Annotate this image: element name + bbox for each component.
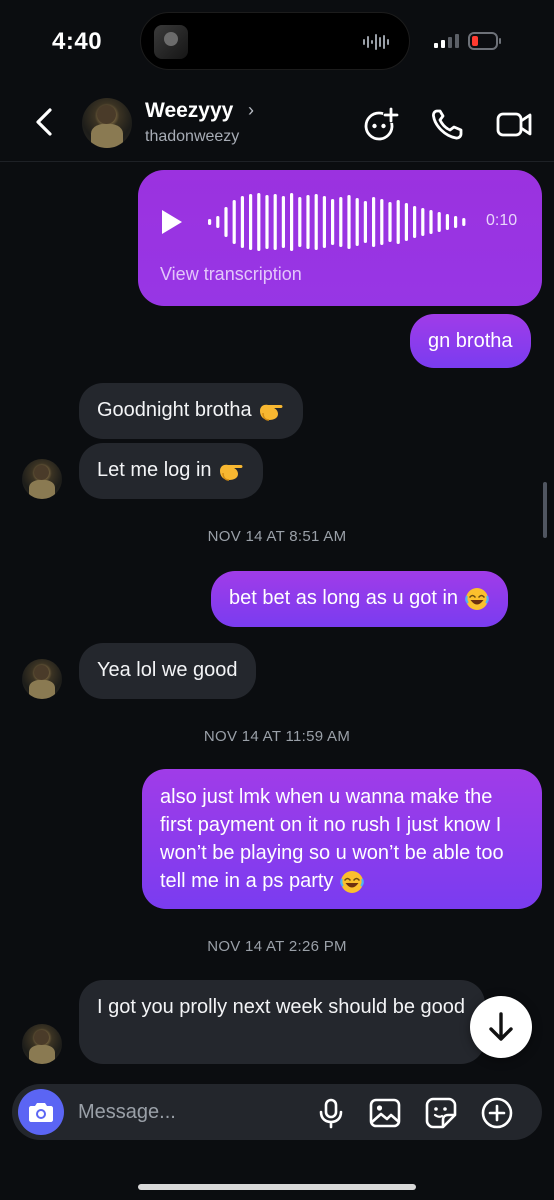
- microphone-icon[interactable]: [314, 1096, 348, 1130]
- contact-handle[interactable]: thadonweezy: [145, 128, 239, 146]
- laughing-emoji-icon: [340, 870, 364, 893]
- message-text: Yea lol we good: [97, 659, 238, 681]
- voice-waveform[interactable]: [204, 188, 470, 256]
- chevron-right-icon: ›: [248, 100, 254, 120]
- waveform-bar: [331, 199, 335, 245]
- view-transcription-link[interactable]: View transcription: [160, 260, 302, 288]
- waveform-bar: [380, 199, 384, 245]
- waveform-bar: [421, 208, 425, 236]
- message-bubble-in[interactable]: Goodnight brotha: [79, 383, 304, 439]
- status-bar: 4:40: [0, 0, 554, 86]
- message-bubble-in[interactable]: Let me log in: [79, 443, 264, 499]
- phone-icon[interactable]: [428, 104, 468, 144]
- message-bubble-in[interactable]: Yea lol we good: [79, 643, 256, 699]
- waveform-bar: [224, 207, 228, 237]
- message-bubble-out[interactable]: bet bet as long as u got in: [211, 571, 508, 627]
- cellular-signal-icon: [434, 34, 459, 48]
- battery-low-icon: [468, 32, 501, 50]
- chat-header: Weezyyy › thadonweezy: [0, 86, 554, 162]
- scroll-to-bottom-button[interactable]: [470, 996, 532, 1058]
- audio-wave-icon: [363, 34, 389, 50]
- contact-avatar[interactable]: [22, 659, 62, 699]
- message-text: bet bet as long as u got in: [229, 587, 459, 609]
- message-text: also just lmk when u wanna make the firs…: [160, 786, 504, 892]
- waveform-bar: [404, 203, 408, 241]
- waveform-bar: [339, 197, 343, 247]
- message-bubble-out[interactable]: gn brotha: [410, 314, 531, 368]
- voice-message-bubble[interactable]: 0:10 View transcription: [138, 170, 542, 306]
- pointing-hand-emoji-icon: [260, 404, 283, 421]
- camera-icon: [29, 1103, 53, 1122]
- waveform-bar: [322, 196, 326, 248]
- camera-button[interactable]: [18, 1089, 64, 1135]
- scrollbar[interactable]: [543, 482, 547, 538]
- contact-avatar[interactable]: [22, 459, 62, 499]
- contact-name[interactable]: Weezyyy: [145, 99, 233, 123]
- video-chat-icon[interactable]: [362, 104, 402, 144]
- message-text: Let me log in: [97, 459, 212, 481]
- play-icon[interactable]: [160, 208, 184, 236]
- waveform-bar: [290, 193, 294, 251]
- timestamp: NOV 14 AT 2:26 PM: [207, 938, 347, 955]
- home-indicator: [138, 1184, 416, 1190]
- message-bubble-in[interactable]: I got you prolly next week should be goo…: [79, 980, 485, 1064]
- waveform-bar: [232, 200, 236, 244]
- waveform-bar: [363, 201, 367, 243]
- waveform-bar: [454, 216, 458, 228]
- waveform-bar: [388, 202, 392, 242]
- timestamp: NOV 14 AT 11:59 AM: [203, 728, 351, 745]
- waveform-bar: [413, 206, 417, 238]
- dynamic-island: [140, 12, 410, 70]
- contact-avatar[interactable]: [22, 1024, 62, 1064]
- waveform-bar: [208, 219, 212, 225]
- waveform-bar: [437, 212, 441, 232]
- waveform-bar: [216, 216, 220, 228]
- laughing-emoji-icon: [464, 587, 489, 610]
- sticker-icon[interactable]: [424, 1096, 458, 1130]
- message-text: Goodnight brotha: [97, 399, 252, 421]
- waveform-bar: [445, 214, 449, 230]
- waveform-bar: [240, 196, 244, 248]
- video-camera-icon[interactable]: [494, 104, 534, 144]
- waveform-bar: [372, 197, 376, 247]
- timestamp: NOV 14 AT 8:51 AM: [207, 528, 347, 545]
- waveform-bar: [306, 195, 310, 249]
- status-time: 4:40: [52, 28, 103, 55]
- waveform-bar: [265, 195, 269, 249]
- now-playing-artwork: [154, 25, 188, 59]
- voice-duration: 0:10: [486, 212, 518, 229]
- message-input[interactable]: [78, 1098, 298, 1126]
- message-composer: [12, 1084, 542, 1140]
- message-list[interactable]: 0:10 View transcription gn brotha Goodni…: [0, 162, 554, 1078]
- waveform-bar: [281, 196, 285, 248]
- waveform-bar: [298, 197, 302, 247]
- message-bubble-out[interactable]: also just lmk when u wanna make the firs…: [142, 769, 542, 909]
- gallery-icon[interactable]: [368, 1096, 402, 1130]
- waveform-bar: [257, 193, 261, 251]
- waveform-bar: [273, 194, 277, 250]
- pointing-hand-emoji-icon: [220, 464, 243, 481]
- waveform-bar: [347, 195, 351, 249]
- waveform-bar: [249, 194, 253, 250]
- waveform-bar: [429, 210, 433, 234]
- message-text: gn brotha: [428, 330, 513, 352]
- waveform-bar: [462, 218, 466, 226]
- waveform-bar: [314, 194, 318, 250]
- waveform-bar: [396, 200, 400, 244]
- message-text: I got you prolly next week should be goo…: [97, 996, 466, 1018]
- plus-icon[interactable]: [480, 1096, 514, 1130]
- back-icon[interactable]: [30, 104, 62, 140]
- waveform-bar: [355, 198, 359, 246]
- contact-avatar[interactable]: [82, 98, 132, 148]
- arrow-down-icon: [489, 1012, 513, 1041]
